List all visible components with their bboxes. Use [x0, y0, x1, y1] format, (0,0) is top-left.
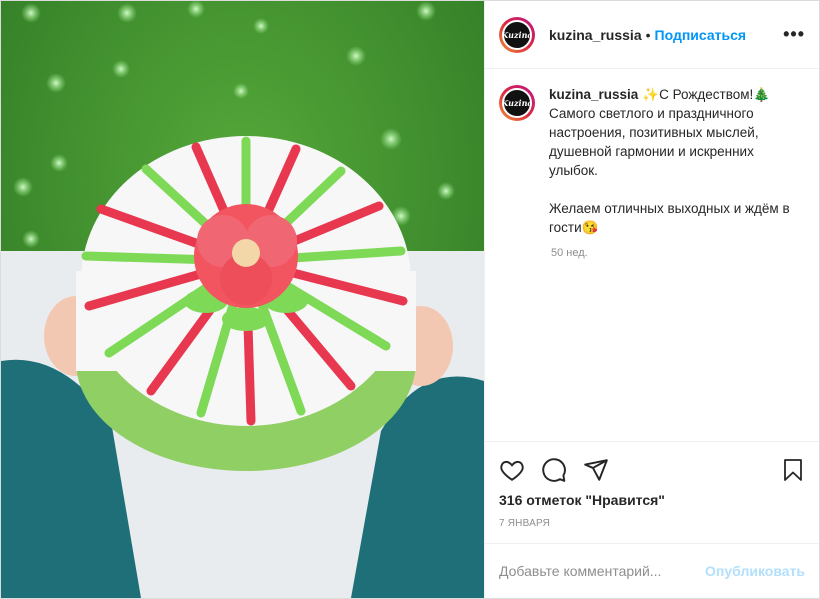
- caption-first-line: ✨С Рождеством!🎄: [642, 87, 771, 102]
- paper-plane-icon[interactable]: [583, 457, 609, 483]
- caption-avatar-logo: Kuzina: [502, 88, 532, 118]
- post-window: Kuzina kuzina_russia • Подписаться ••• K…: [0, 0, 820, 599]
- post-date[interactable]: 7 ЯНВАРЯ: [499, 518, 805, 543]
- bookmark-icon[interactable]: [781, 457, 805, 483]
- ellipsis-icon[interactable]: •••: [783, 24, 805, 45]
- follow-button[interactable]: Подписаться: [655, 27, 747, 43]
- caption-username[interactable]: kuzina_russia: [549, 87, 638, 102]
- comments-area: Kuzina kuzina_russia ✨С Рождеством!🎄 Само…: [485, 69, 819, 441]
- heart-icon[interactable]: [499, 457, 525, 483]
- cake-photo: [1, 1, 484, 598]
- comment-input[interactable]: Добавьте комментарий...: [499, 563, 661, 579]
- caption-avatar[interactable]: Kuzina: [499, 85, 535, 121]
- avatar[interactable]: Kuzina: [499, 16, 535, 53]
- post-sidebar: Kuzina kuzina_russia • Подписаться ••• K…: [484, 1, 819, 598]
- separator-dot: •: [645, 26, 651, 43]
- likes-count[interactable]: 316 отметок "Нравится": [499, 492, 805, 508]
- username-link[interactable]: kuzina_russia: [549, 27, 642, 43]
- avatar-logo: Kuzina: [502, 19, 532, 50]
- publish-button[interactable]: Опубликовать: [705, 563, 805, 579]
- post-header: Kuzina kuzina_russia • Подписаться •••: [485, 1, 819, 69]
- caption-text: kuzina_russia ✨С Рождеством!🎄 Самого свет…: [549, 85, 799, 237]
- post-image[interactable]: [1, 1, 484, 598]
- caption-body-text: Самого светлого и праздничного настроени…: [549, 106, 790, 235]
- add-comment-bar: Добавьте комментарий... Опубликовать: [485, 543, 819, 598]
- action-bar: 316 отметок "Нравится" 7 ЯНВАРЯ: [485, 441, 819, 543]
- speech-bubble-icon[interactable]: [541, 457, 567, 483]
- caption-time: 50 нед.: [551, 247, 588, 259]
- caption: Kuzina kuzina_russia ✨С Рождеством!🎄 Само…: [499, 85, 805, 237]
- action-icons: [499, 450, 805, 490]
